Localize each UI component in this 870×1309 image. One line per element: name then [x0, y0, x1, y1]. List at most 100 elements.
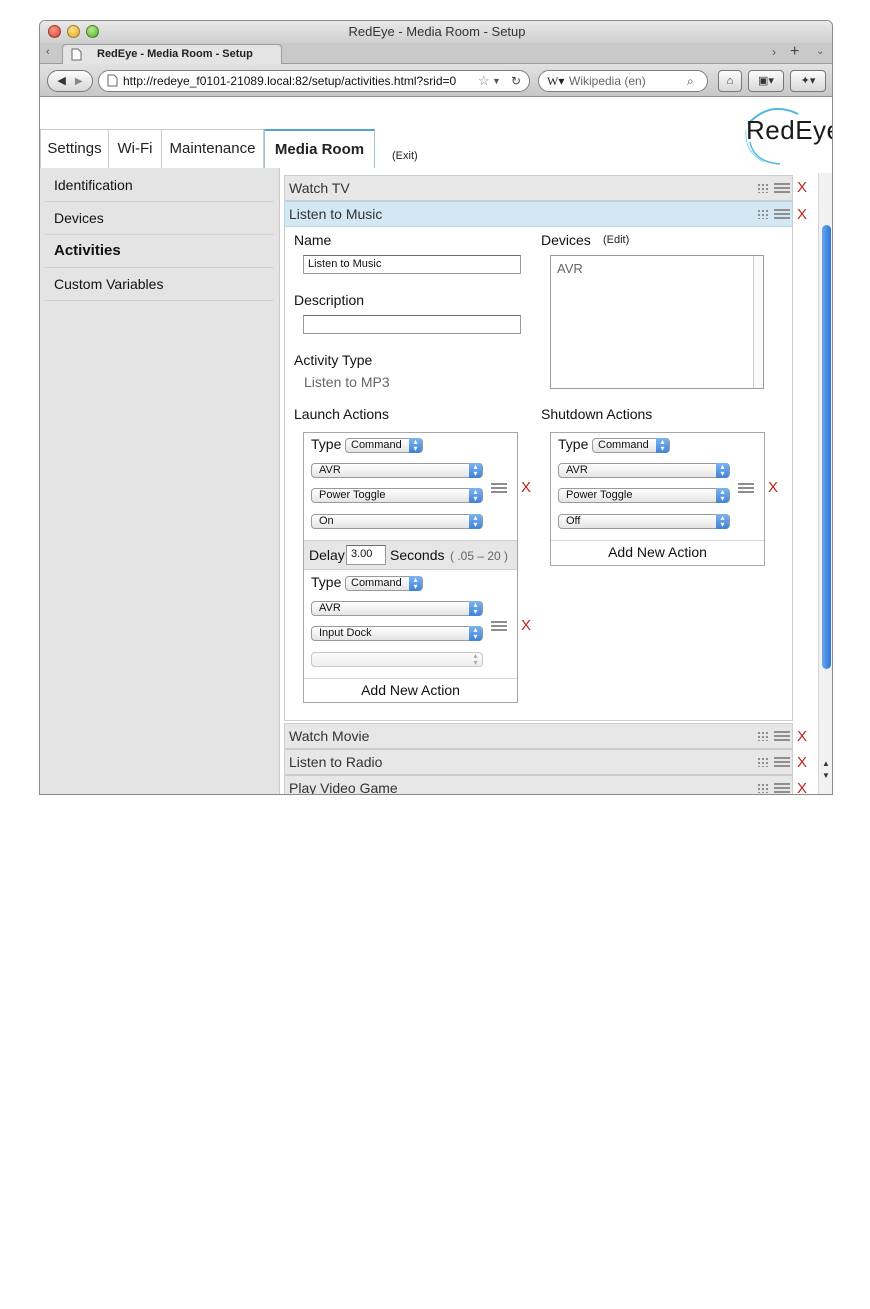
- close-window-button[interactable]: [48, 25, 61, 38]
- menu-icon[interactable]: [774, 209, 790, 219]
- browser-tab-title: RedEye - Media Room - Setup: [97, 48, 253, 60]
- launch-add-new-action-button[interactable]: Add New Action: [304, 678, 517, 702]
- launch-action-1-command-select[interactable]: Power Toggle ▴ ▾: [311, 488, 483, 503]
- delay-row: Delay 3.00 Seconds ( .05 – 20 ): [304, 540, 517, 570]
- menu-icon[interactable]: [774, 783, 790, 793]
- devices-edit-link[interactable]: (Edit): [603, 234, 629, 246]
- delete-listen-to-radio-button[interactable]: X: [797, 755, 807, 771]
- activity-type-label: Activity Type: [294, 352, 373, 368]
- launch-action-1-type-select[interactable]: Command ▴ ▾: [345, 438, 423, 453]
- select-arrows-icon: ▴ ▾: [656, 438, 669, 453]
- select-value: Command: [598, 439, 649, 451]
- delete-listen-to-music-button[interactable]: X: [797, 207, 807, 223]
- activity-header-watch-tv[interactable]: Watch TV: [284, 175, 793, 201]
- launch-action-1-param-select[interactable]: On ▴ ▾: [311, 514, 483, 529]
- delete-shutdown-action-1-button[interactable]: X: [768, 480, 778, 496]
- home-icon: ⌂: [726, 75, 734, 87]
- zoom-window-button[interactable]: [86, 25, 99, 38]
- select-value: Input Dock: [319, 627, 372, 639]
- tab-settings[interactable]: Settings: [40, 129, 109, 168]
- activity-header-play-video-game[interactable]: Play Video Game: [284, 775, 793, 794]
- launch-action-1-menu-icon[interactable]: [491, 483, 507, 493]
- activity-header-listen-to-radio[interactable]: Listen to Radio: [284, 749, 793, 775]
- drag-grip-icon[interactable]: [757, 731, 769, 741]
- bookmark-star-icon[interactable]: ☆: [475, 71, 490, 91]
- description-input[interactable]: [303, 315, 521, 334]
- scrollbar-thumb[interactable]: [822, 225, 831, 669]
- browser-tab[interactable]: RedEye - Media Room - Setup: [62, 44, 282, 65]
- tab-maintenance[interactable]: Maintenance: [162, 129, 264, 168]
- drag-grip-icon[interactable]: [757, 783, 769, 793]
- tab-list-icon[interactable]: ⌄: [816, 46, 824, 57]
- shutdown-actions-box: Type Command ▴ ▾ AVR ▴ ▾ Power Toggle ▴ ▾ Off ▴…: [550, 432, 765, 566]
- tools-button[interactable]: ✦▾: [790, 70, 826, 92]
- delete-watch-tv-button[interactable]: X: [797, 180, 807, 196]
- devices-list[interactable]: AVR: [550, 255, 764, 389]
- sidebar-item-custom-variables[interactable]: Custom Variables: [45, 269, 274, 301]
- history-dropdown-icon[interactable]: ▼: [492, 71, 501, 91]
- launch-action-1-device-select[interactable]: AVR ▴ ▾: [311, 463, 483, 478]
- minimize-window-button[interactable]: [67, 25, 80, 38]
- home-button[interactable]: ⌂: [718, 70, 742, 92]
- search-icon[interactable]: ⌕: [687, 71, 694, 91]
- launch-action-2-device-select[interactable]: AVR ▴ ▾: [311, 601, 483, 616]
- name-input[interactable]: Listen to Music: [303, 255, 521, 274]
- tab-wifi[interactable]: Wi-Fi: [109, 129, 162, 168]
- tab-label: Settings: [47, 140, 102, 157]
- menu-icon[interactable]: [774, 757, 790, 767]
- scroll-up-arrow-icon[interactable]: ▲: [822, 759, 830, 768]
- scroll-down-arrow-icon[interactable]: ▼: [822, 771, 830, 780]
- shutdown-add-new-action-button[interactable]: Add New Action: [551, 540, 764, 565]
- launch-action-2-param-select[interactable]: ▴ ▾: [311, 652, 483, 667]
- delay-input[interactable]: 3.00: [346, 545, 386, 565]
- tab-scroll-right-icon[interactable]: ›: [772, 45, 776, 59]
- url-bar[interactable]: http://redeye_f0101-21089.local:82/setup…: [98, 70, 530, 92]
- launch-action-2-type-select[interactable]: Command ▴ ▾: [345, 576, 423, 591]
- select-value: Power Toggle: [319, 489, 386, 501]
- wikipedia-engine-icon[interactable]: W▾: [547, 71, 564, 91]
- sidebar-item-activities[interactable]: Activities: [45, 236, 274, 268]
- delete-launch-action-2-button[interactable]: X: [521, 618, 531, 634]
- delay-range-hint: ( .05 – 20 ): [450, 549, 509, 563]
- menu-icon[interactable]: [774, 183, 790, 193]
- devices-list-scrollbar[interactable]: [753, 256, 763, 388]
- device-item[interactable]: AVR: [557, 261, 583, 276]
- activity-header-listen-to-music[interactable]: Listen to Music: [284, 201, 793, 227]
- new-tab-icon[interactable]: +: [790, 43, 799, 61]
- back-forward-buttons[interactable]: ◀ ▶: [47, 70, 93, 92]
- drag-grip-icon[interactable]: [757, 757, 769, 767]
- tab-media-room[interactable]: Media Room: [264, 129, 375, 169]
- sidebar-item-identification[interactable]: Identification: [45, 170, 274, 202]
- shutdown-action-1-type-select[interactable]: Command ▴ ▾: [592, 438, 670, 453]
- reload-icon[interactable]: ↻: [511, 71, 522, 91]
- activity-header-watch-movie[interactable]: Watch Movie: [284, 723, 793, 749]
- delete-play-video-game-button[interactable]: X: [797, 781, 807, 795]
- exit-link[interactable]: (Exit): [392, 150, 418, 162]
- drag-grip-icon[interactable]: [757, 183, 769, 193]
- select-value: Power Toggle: [566, 489, 633, 501]
- delete-launch-action-1-button[interactable]: X: [521, 480, 531, 496]
- shutdown-action-1-device-select[interactable]: AVR ▴ ▾: [558, 463, 730, 478]
- select-arrows-icon: ▴ ▾: [469, 463, 482, 478]
- url-text: http://redeye_f0101-21089.local:82/setup…: [123, 74, 457, 88]
- shutdown-action-1-param-select[interactable]: Off ▴ ▾: [558, 514, 730, 529]
- drag-grip-icon[interactable]: [757, 209, 769, 219]
- sidebar-item-devices[interactable]: Devices: [45, 203, 274, 235]
- bookmarks-button[interactable]: ▣▾: [748, 70, 784, 92]
- menu-icon[interactable]: [774, 731, 790, 741]
- shutdown-action-1-menu-icon[interactable]: [738, 483, 754, 493]
- launch-action-2-menu-icon[interactable]: [491, 621, 507, 631]
- search-input[interactable]: W▾ Wikipedia (en) ⌕: [538, 70, 708, 92]
- activities-pane: Watch TV X Listen to Music X Name Listen…: [281, 168, 832, 795]
- back-icon[interactable]: ◀: [57, 75, 65, 87]
- forward-icon[interactable]: ▶: [75, 76, 83, 87]
- tab-label: Media Room: [274, 141, 365, 158]
- shutdown-action-1-command-select[interactable]: Power Toggle ▴ ▾: [558, 488, 730, 503]
- page-scrollbar[interactable]: ▲ ▼: [818, 173, 832, 794]
- select-value: On: [319, 515, 334, 527]
- launch-action-2-command-select[interactable]: Input Dock ▴ ▾: [311, 626, 483, 641]
- tab-scroll-left-icon[interactable]: ‹: [46, 46, 50, 58]
- select-arrows-icon: ▴ ▾: [716, 488, 729, 503]
- select-value: AVR: [566, 464, 588, 476]
- delete-watch-movie-button[interactable]: X: [797, 729, 807, 745]
